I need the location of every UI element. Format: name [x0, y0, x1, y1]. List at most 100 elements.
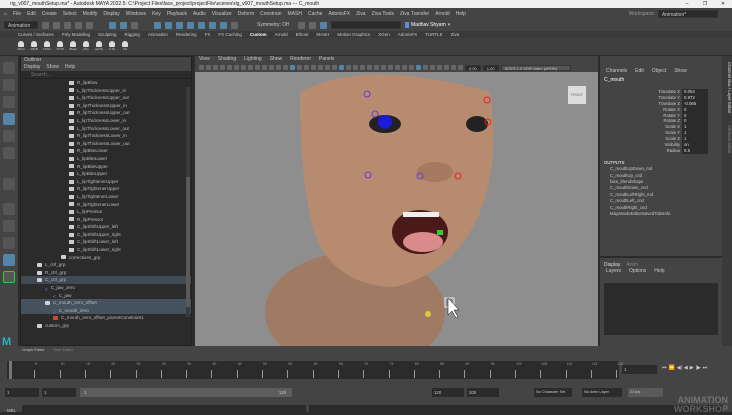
viewport-tool-icon[interactable]	[220, 65, 225, 70]
menu-set-dropdown[interactable]: Animation	[4, 21, 38, 29]
snap-surface-icon[interactable]	[198, 21, 205, 29]
outliner-item[interactable]: L_ctrl_grp	[21, 261, 191, 269]
shelf-tab-poly-modeling[interactable]: Poly Modeling	[62, 32, 90, 37]
viewport-scene[interactable]	[195, 72, 598, 346]
viewport-tool-icon[interactable]	[381, 65, 386, 70]
outliner-menu-show[interactable]: Show	[46, 64, 59, 71]
menu-playback[interactable]: Playback	[167, 11, 187, 17]
viewport-menu-renderer[interactable]: Renderer	[290, 56, 311, 63]
shelf-button[interactable]: zTiOn	[42, 41, 52, 53]
outliner-item[interactable]: R_lipBiteUpper	[21, 163, 191, 171]
shelf-tab-animation[interactable]: Animation	[148, 32, 168, 37]
shelf-tab-rendering[interactable]: Rendering	[176, 32, 197, 37]
viewport-tool-icon[interactable]	[276, 65, 281, 70]
range-slider[interactable]: 1 120	[80, 388, 292, 397]
layer-tab-anim[interactable]: Anim	[626, 262, 637, 268]
menu-ziva-transfer[interactable]: Ziva Transfer	[400, 11, 429, 17]
outliner-menu-display[interactable]: Display	[24, 64, 40, 71]
outliner-item[interactable]: < C_jaw	[21, 292, 191, 300]
menu-file[interactable]: File	[13, 11, 21, 17]
viewport-tool-icon[interactable]	[339, 65, 344, 70]
outliner-item[interactable]: custom_grp	[21, 322, 191, 330]
view-cube[interactable]: FRONT	[568, 86, 586, 104]
menu-cache[interactable]: Cache	[308, 11, 322, 17]
outliner-item[interactable]: R_lipThicknessLower_in	[21, 132, 191, 140]
shelf-tab-xgen[interactable]: XGen	[378, 32, 390, 37]
shelf-tab-custom[interactable]: Custom	[250, 32, 267, 37]
outliner-item[interactable]: R_lipBlow	[21, 79, 191, 87]
symmetry-dropdown[interactable]: Symmetry: Off	[254, 21, 294, 29]
home-icon[interactable]: ⌂	[4, 11, 7, 17]
menu-edit[interactable]: Edit	[27, 11, 36, 17]
viewport-tool-icon[interactable]	[416, 65, 421, 70]
layer-list[interactable]	[604, 283, 718, 335]
viewport-menu-show[interactable]: Show	[270, 56, 283, 63]
tab-time-editor[interactable]: Time Editor	[53, 347, 73, 352]
current-frame-field[interactable]: 1	[622, 365, 657, 374]
viewport-panel[interactable]: View Shading Lighting Show Renderer Panels 0.…	[195, 56, 598, 346]
range-slider-end[interactable]: 120	[279, 388, 286, 397]
anim-layer-dropdown[interactable]: No Anim Layer	[582, 388, 622, 397]
menu-modify[interactable]: Modify	[83, 11, 98, 17]
undo-icon[interactable]	[75, 21, 82, 29]
menu-mash[interactable]: MASH	[288, 11, 302, 17]
outliner-item[interactable]: R_lipTightenerLower	[21, 201, 191, 209]
outliner-search[interactable]: Search...	[21, 71, 191, 79]
viewport-tool-icon[interactable]	[458, 65, 463, 70]
color-space-dropdown[interactable]: ACES 1.0 SDR-video (sRGB)	[500, 64, 571, 71]
ipr-icon[interactable]	[309, 21, 316, 29]
attribute-name[interactable]: Radius	[667, 148, 682, 154]
viewport-tool-icon[interactable]	[409, 65, 414, 70]
shelf-button[interactable]: orTip	[107, 41, 117, 53]
user-account[interactable]: Madhav Shyam ▾	[405, 22, 450, 28]
shelf-tab-fx[interactable]: FX	[205, 32, 211, 37]
outliner-item[interactable]: R_lipTightenerUpper	[21, 185, 191, 193]
open-scene-icon[interactable]	[53, 21, 60, 29]
menu-windows[interactable]: Windows	[126, 11, 146, 17]
shelf-tab-motion-graphics[interactable]: Motion Graphics	[337, 32, 370, 37]
menu-deform[interactable]: Deform	[238, 11, 254, 17]
viewport-tool-icon[interactable]	[311, 65, 316, 70]
menu-help[interactable]: Help	[456, 11, 466, 17]
viewport-tool-icon[interactable]	[332, 65, 337, 70]
snap-live-icon[interactable]	[209, 21, 216, 29]
four-pane-icon[interactable]	[3, 220, 15, 232]
shelf-tab-ziva[interactable]: Ziva	[451, 32, 460, 37]
shelf-tab-sculpting[interactable]: Sculpting	[98, 32, 117, 37]
viewport-tool-icon[interactable]	[402, 65, 407, 70]
play-forward-icon[interactable]: ▶	[690, 365, 694, 371]
start-frame-field[interactable]: 1	[5, 388, 39, 397]
single-pane-icon[interactable]	[3, 203, 15, 215]
viewport-tool-icon[interactable]	[374, 65, 379, 70]
menu-arnold[interactable]: Arnold	[435, 11, 449, 17]
viewport-tool-icon[interactable]	[255, 65, 260, 70]
new-scene-icon[interactable]	[42, 21, 49, 29]
menu-adonisfx[interactable]: AdonisFX	[328, 11, 350, 17]
minimize-button[interactable]: –	[678, 0, 696, 8]
last-tool-icon[interactable]	[3, 178, 15, 190]
outliner-item[interactable]: C_mouth_zero_offset_parentConstraint1	[21, 314, 191, 322]
select-component-icon[interactable]	[131, 21, 138, 29]
shelf-tab-arnold[interactable]: Arnold	[275, 32, 288, 37]
outliner-item[interactable]: R_lipThicknessUpper_out	[21, 109, 191, 117]
command-line-input[interactable]	[22, 405, 306, 414]
snap-grid-icon[interactable]	[154, 21, 161, 29]
attribute-value[interactable]: 0.5	[682, 147, 708, 154]
viewport-tool-icon[interactable]	[227, 65, 232, 70]
viewport-tool-icon[interactable]	[234, 65, 239, 70]
mouth-control[interactable]	[437, 230, 443, 235]
viewport-tool-icon[interactable]	[395, 65, 400, 70]
viewport-tool-icon[interactable]	[269, 65, 274, 70]
shelf-tab-curves-surfaces[interactable]: Curves / Surfaces	[18, 32, 54, 37]
viewport-tool-icon[interactable]	[318, 65, 323, 70]
shelf-tab-bifrost[interactable]: Bifrost	[296, 32, 309, 37]
outliner-item[interactable]: C_mouth_zero_offset	[21, 299, 191, 307]
outliner-item[interactable]: C_lipShiftLower_left	[21, 238, 191, 246]
go-to-start-icon[interactable]: ⏮	[662, 365, 667, 371]
outliner-item[interactable]: C_lipShiftUpper_left	[21, 223, 191, 231]
paint-select-icon[interactable]	[3, 96, 15, 108]
outliner-item[interactable]: L_lipThicknessLower_out	[21, 125, 191, 133]
close-button[interactable]: ✕	[714, 0, 732, 8]
menu-constrain[interactable]: Constrain	[260, 11, 281, 17]
lock-icon[interactable]	[231, 21, 238, 29]
